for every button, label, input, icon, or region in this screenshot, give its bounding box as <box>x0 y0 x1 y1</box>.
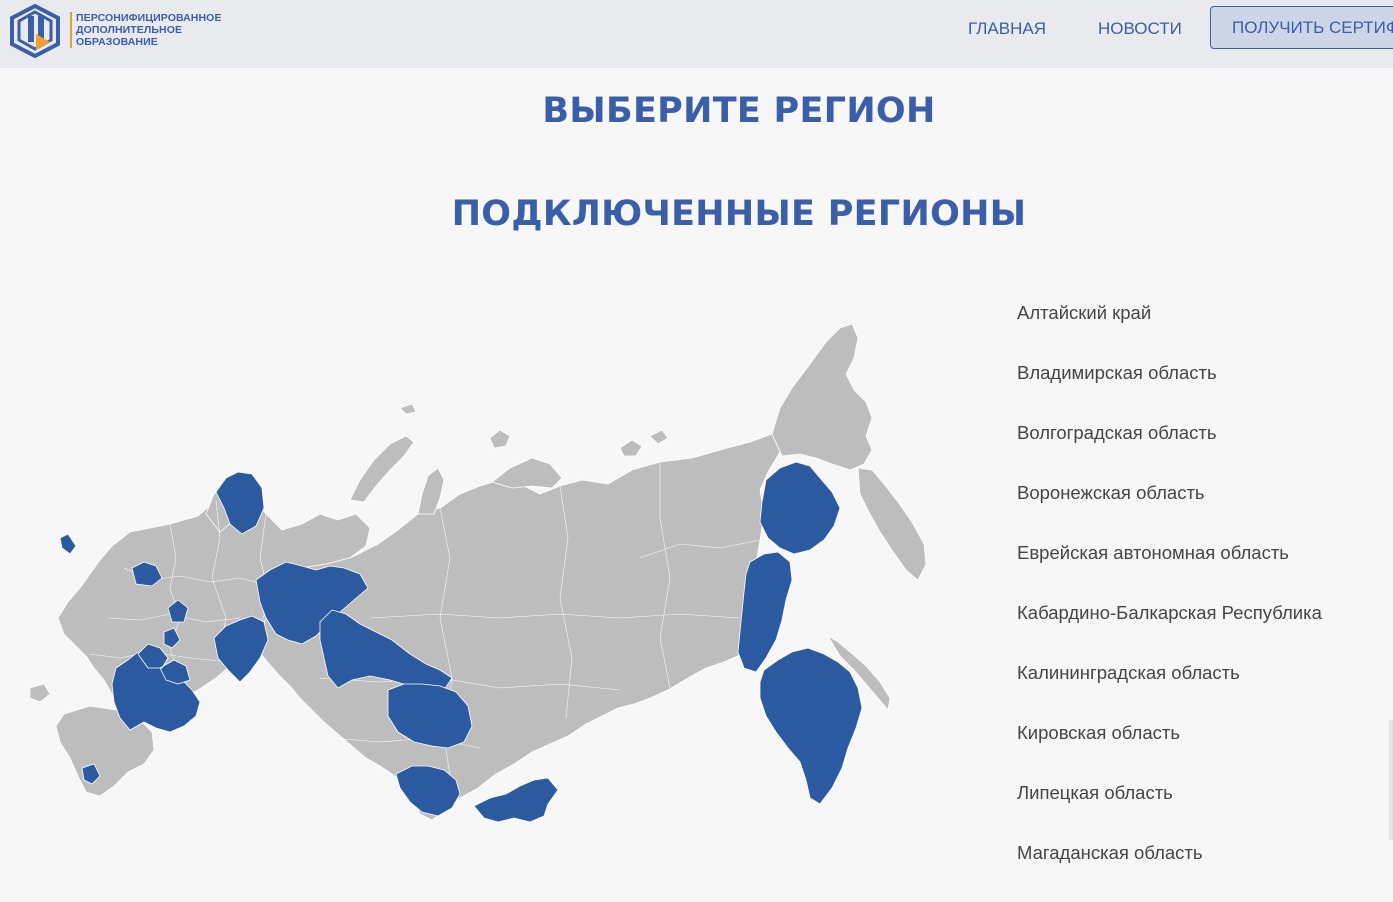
main-nav: ГЛАВНАЯ НОВОСТИ <box>952 6 1234 51</box>
region-link[interactable]: Еврейская автономная область <box>1017 542 1322 602</box>
map-region-kaliningrad[interactable] <box>59 533 77 555</box>
logo-line-3: ОБРАЗОВАНИЕ <box>76 36 158 48</box>
region-link[interactable]: Воронежская область <box>1017 482 1322 542</box>
scrollbar-edge <box>1389 720 1393 840</box>
region-link[interactable]: Кабардино-Балкарская Республика <box>1017 602 1322 662</box>
region-link[interactable]: Алтайский край <box>1017 302 1322 362</box>
logo-text: ПЕРСОНИФИЦИРОВАННОЕ ДОПОЛНИТЕЛЬНОЕ ОБРАЗ… <box>70 12 222 48</box>
site-header: ПЕРСОНИФИЦИРОВАННОЕ ДОПОЛНИТЕЛЬНОЕ ОБРАЗ… <box>0 0 1393 68</box>
map-region-kamchatka-base[interactable] <box>857 467 927 581</box>
map-region-chukotka-base[interactable] <box>771 323 873 471</box>
get-certificate-button[interactable]: ПОЛУЧИТЬ СЕРТИФИКАТ <box>1210 6 1393 49</box>
region-link[interactable]: Кировская область <box>1017 722 1322 782</box>
logo-line-1: ПЕРСОНИФИЦИРОВАННОЕ <box>76 12 222 24</box>
region-link[interactable]: Волгоградская область <box>1017 422 1322 482</box>
section-title-connected-regions: ПОДКЛЮЧЕННЫЕ РЕГИОНЫ <box>451 194 1027 234</box>
site-logo[interactable]: ПЕРСОНИФИЦИРОВАННОЕ ДОПОЛНИТЕЛЬНОЕ ОБРАЗ… <box>6 2 222 58</box>
region-link[interactable]: Калининградская область <box>1017 662 1322 722</box>
nav-link-news[interactable]: НОВОСТИ <box>1098 19 1182 39</box>
logo-line-2: ДОПОЛНИТЕЛЬНОЕ <box>76 24 183 36</box>
nav-link-home[interactable]: ГЛАВНАЯ <box>968 19 1046 39</box>
russia-regions-map[interactable] <box>20 318 940 838</box>
region-link[interactable]: Владимирская область <box>1017 362 1322 422</box>
map-region-yamal[interactable] <box>417 467 445 515</box>
region-link[interactable]: Липецкая область <box>1017 782 1322 842</box>
map-region-taimyr[interactable] <box>491 457 563 489</box>
map-region-novaya-zemlya[interactable] <box>349 435 415 503</box>
connected-regions-list: Алтайский край Владимирская область Волг… <box>1017 302 1322 902</box>
region-link[interactable]: Магаданская область <box>1017 842 1322 902</box>
map-region-kaliningrad-base[interactable] <box>29 683 51 703</box>
map-region-tyva-buryatia[interactable] <box>473 777 559 823</box>
map-region-amur-primorye[interactable] <box>759 647 863 805</box>
page-title: ВЫБЕРИТЕ РЕГИОН <box>542 91 936 131</box>
pdo-logo-icon <box>10 3 60 58</box>
map-region-magadan[interactable] <box>759 461 841 555</box>
map-region-islands-north[interactable] <box>399 403 669 457</box>
